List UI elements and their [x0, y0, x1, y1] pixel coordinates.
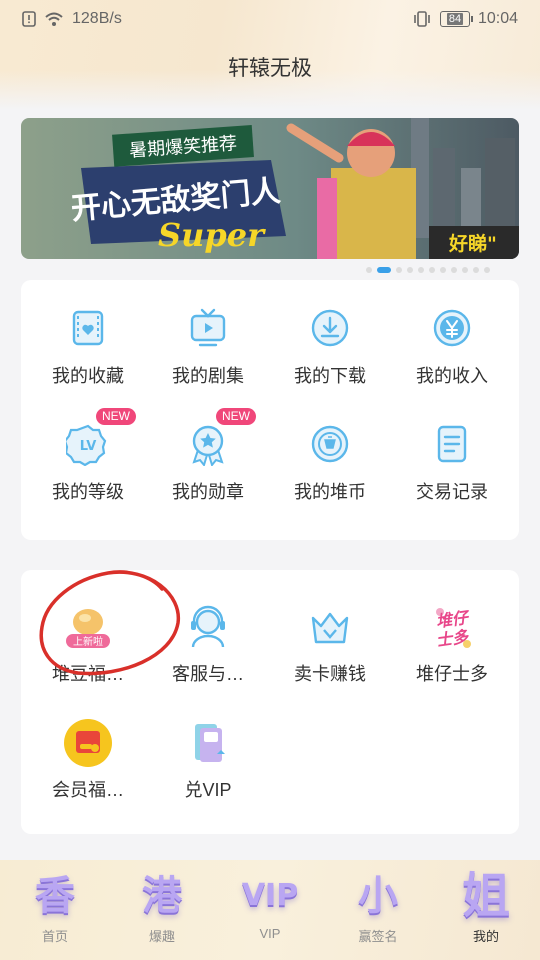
banner-script-text: Super	[158, 216, 266, 254]
yen-coin-icon	[433, 309, 471, 347]
nav-tab-label: 我的	[472, 929, 499, 944]
crown-icon	[311, 612, 349, 644]
nav-tab-fun[interactable]: 港 爆趣	[117, 868, 207, 945]
menu-item-series[interactable]: 我的剧集	[148, 306, 268, 388]
page-dot	[473, 267, 479, 273]
page-dot-active	[377, 267, 391, 273]
svg-text:LV: LV	[80, 439, 97, 454]
menu-item-member-welfare[interactable]: 会员福…	[28, 716, 148, 802]
menu-item-redeem-vip[interactable]: 兑VIP	[148, 716, 268, 802]
menu-item-medals[interactable]: NEW 我的勋章	[148, 408, 268, 504]
page-dot	[366, 267, 372, 273]
shop-logo-icon: 堆仔士多	[435, 607, 472, 650]
coin-icon	[311, 425, 349, 463]
menu-item-label: 我的收藏	[52, 366, 124, 386]
menu-item-downloads[interactable]: 我的下载	[270, 306, 390, 388]
nav-fun-icon: 港	[142, 873, 182, 919]
menu-item-label: 我的下载	[294, 366, 366, 386]
page-dot	[484, 267, 490, 273]
nav-tab-signature[interactable]: 小 赢签名	[333, 868, 423, 945]
nav-tab-vip[interactable]: VIP VIP	[225, 868, 315, 941]
menu-item-sell-cards[interactable]: 卖卡赚钱	[270, 600, 390, 686]
menu-item-label: 我的堆币	[294, 482, 366, 502]
notification-alert-icon	[22, 11, 36, 27]
nav-tab-label: VIP	[259, 926, 281, 941]
film-heart-icon	[72, 310, 104, 346]
hand-drawn-annotation-circle	[39, 570, 180, 676]
page-dot	[462, 267, 468, 273]
vibrate-icon	[414, 11, 430, 27]
nav-tab-label: 首页	[41, 929, 68, 944]
nav-home-icon: 香	[35, 873, 75, 919]
medal-icon	[192, 425, 224, 468]
menu-item-label: 卖卡赚钱	[294, 664, 366, 684]
menu-item-transactions[interactable]: 交易记录	[392, 422, 512, 504]
nav-tab-label: 赢签名	[358, 929, 398, 944]
nav-signature-icon: 小	[358, 873, 398, 919]
page-dot	[418, 267, 424, 273]
bottom-navigation: 香 首页 港 爆趣 VIP VIP 小 赢签名 姐 我的	[0, 860, 540, 960]
vip-card-icon	[195, 724, 225, 762]
nav-mine-icon: 姐	[461, 868, 510, 924]
page-dot	[396, 267, 402, 273]
page-dot	[429, 267, 435, 273]
menu-item-label: 堆仔士多	[416, 664, 488, 684]
member-gift-icon	[64, 719, 112, 767]
my-features-card: 我的收藏 我的剧集 我的下载 我的收入 LV NEW 我的等级 NEW 我的勋章 …	[21, 280, 519, 540]
nav-vip-icon: VIP	[241, 878, 299, 913]
new-badge: NEW	[96, 408, 136, 425]
page-dot	[407, 267, 413, 273]
battery-icon: 84	[439, 11, 473, 27]
menu-item-favorites[interactable]: 我的收藏	[28, 306, 148, 388]
menu-item-level[interactable]: LV NEW 我的等级	[28, 408, 148, 504]
menu-item-label: 我的剧集	[172, 366, 244, 386]
menu-item-label: 我的等级	[52, 482, 124, 502]
tv-play-icon	[190, 308, 226, 347]
menu-item-income[interactable]: 我的收入	[392, 306, 512, 388]
menu-item-label: 会员福…	[52, 780, 124, 800]
menu-item-label: 我的收入	[416, 366, 488, 386]
new-badge: NEW	[216, 408, 256, 425]
menu-item-shop[interactable]: 堆仔 士多 堆仔士多	[392, 600, 512, 686]
nav-tab-mine[interactable]: 姐 我的	[441, 868, 531, 945]
banner-corner-tag: 好睇"	[448, 232, 497, 255]
menu-item-label: 我的勋章	[172, 482, 244, 502]
record-list-icon	[437, 425, 467, 463]
wifi-icon	[45, 12, 63, 26]
network-speed: 128B/s	[72, 10, 122, 27]
level-badge-icon: LV	[63, 424, 107, 467]
nav-tab-label: 爆趣	[148, 929, 175, 944]
promo-banner[interactable]: 暑期爆笑推荐 开心无敌奖门人 Super 好睇"	[21, 118, 519, 259]
nav-tab-home[interactable]: 香 首页	[10, 868, 100, 945]
page-title: 轩辕无极	[228, 57, 312, 80]
clock: 10:04	[477, 10, 518, 27]
banner-page-indicator	[366, 267, 490, 273]
menu-item-label: 兑VIP	[184, 780, 232, 800]
page-dot	[440, 267, 446, 273]
menu-item-label: 交易记录	[416, 482, 488, 502]
download-icon	[311, 309, 349, 347]
menu-item-coins[interactable]: 我的堆币	[270, 422, 390, 504]
page-dot	[451, 267, 457, 273]
status-bar: 128B/s 84 10:04	[0, 0, 540, 38]
